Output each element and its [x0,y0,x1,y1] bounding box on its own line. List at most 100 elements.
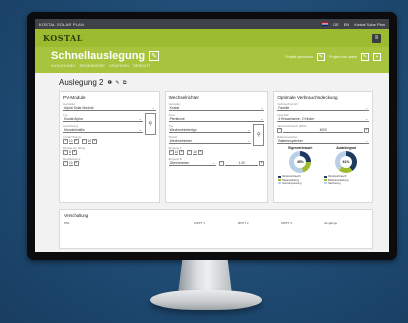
add-variant-button[interactable]: + [373,53,381,61]
page-title-text: Schnellauslegung [51,50,146,62]
legend-item: Netzeinspeisung [278,182,322,185]
user-menu[interactable]: Kostal Solar Plan [354,22,385,27]
minus-icon[interactable]: − [81,138,87,144]
field-value: Wechselrichtertyp [169,127,197,132]
power-stepper[interactable]: −10 + [63,160,79,166]
chevron-down-icon: ⌄ [260,116,264,121]
pv-panel-title: PV-Module [63,95,86,100]
plus-icon[interactable]: + [259,160,265,166]
hamburger-menu-icon[interactable]: ≡ [372,33,381,43]
stepper-value[interactable]: 10 [87,139,92,144]
stepper-value[interactable]: 10 [174,150,179,155]
input-a-field: Eingang A −10 + −10 + [168,146,265,155]
legend-swatch [324,182,328,185]
chevron-down-icon: ⌄ [138,127,142,132]
stepper-value[interactable]: 1.00 [225,161,259,166]
annual-consumption-stepper[interactable]: −4000 + [277,127,369,133]
field-value: Kostal Alpha [64,116,83,121]
stepper-value[interactable]: 10 [69,161,73,166]
column-header: MPPT 3 [281,221,292,225]
language-en[interactable]: EN [344,22,350,27]
save-project-label: Projekt speichern [285,55,314,59]
variant-title: Auslegung 2 [59,78,104,87]
pv-type-field[interactable]: Typ Kostal Alpha ⌄ [63,113,143,122]
save-project-button[interactable]: ✎ [317,53,326,61]
wiring-section: Verschaltung MW MPPT 1 MPPT 2 MPPT 3 Ein… [59,209,373,249]
title-actions: Projekt speichern ✎ Projekt neu laden ✎ … [285,53,381,61]
minus-icon[interactable]: − [63,149,68,155]
legend-swatch [278,179,282,182]
chevron-down-icon: ⌄ [212,160,215,165]
plus-icon[interactable]: + [92,138,98,144]
breadcrumb-step-3[interactable]: GRAFIKEN [109,64,129,68]
minus-icon[interactable]: − [219,160,224,166]
pv-strings-field: Anzahl Strings −10 + −10 + [63,135,156,144]
donut-center-label: 45% [294,156,307,168]
monitor-stand-base [150,290,262,310]
plus-icon[interactable]: + [73,160,79,166]
reload-project-button[interactable]: ✎ [361,53,369,61]
legend-swatch [324,175,328,178]
strings-stepper-2[interactable]: −10 + [81,138,98,144]
variant-action-icons[interactable]: ❶ ✎ ⧉ [107,80,127,86]
stepper-value[interactable]: 10 [193,150,197,155]
stepper-value[interactable]: 4000 [283,128,363,133]
breadcrumb-step-4[interactable]: BERICHT [133,64,150,68]
field-value: 2 Erwachsene, 2 Kinder [278,116,315,121]
minus-icon[interactable]: − [63,160,68,166]
stepper-value[interactable]: 10 [69,139,73,144]
minus-icon[interactable]: − [277,127,283,133]
variant-header: Auslegung 2 ❶ ✎ ⧉ [59,78,373,87]
kostal-logo: KOSTAL [43,33,83,43]
donut-chart: 45% [289,151,312,173]
minus-icon[interactable]: − [187,149,193,155]
app-screen: KOSTAL SOLAR PLAN DE EN Kostal Solar Pla… [35,19,389,252]
consumption-panel: Optimale Verbrauchsdeckung Verbrauchspro… [273,91,373,203]
minus-icon[interactable]: − [63,138,68,144]
search-icon: ⚲ [148,121,152,127]
breadcrumb-step-2[interactable]: ERGEBNISSE [80,64,105,68]
inverter-type-field[interactable]: Typ Wechselrichtertyp ⌄ [168,124,252,133]
strings-stepper-1[interactable]: −10 + [63,138,79,144]
legend-label: Netzbezug [328,181,341,185]
edit-title-icon[interactable]: ✎ [149,51,160,61]
modules-stepper[interactable]: −8 + [63,149,77,155]
search-inverter-button[interactable]: ⚲ [253,124,265,146]
input-b-stepper[interactable]: −1.00 + [219,160,265,166]
input-b-select[interactable]: Übernehmen ⌄ [168,160,216,166]
consumption-profile-field[interactable]: Verbrauchsprofil Familie ⌄ [277,102,369,111]
search-icon: ⚲ [256,132,261,138]
breadcrumb-step-1[interactable]: AUSLEGUNG [51,64,75,68]
stepper-value[interactable]: 8 [69,150,71,155]
donut-charts: Eigenverbrauch 45% Direktverbrauch Batter… [277,146,369,185]
inverter-model-field[interactable]: Modell Wechselrichter ⌄ [168,135,252,144]
plus-icon[interactable]: + [71,149,77,155]
household-field[interactable]: Haushalt 2 Erwachsene, 2 Kinder ⌄ [277,113,369,122]
inverter-series-field[interactable]: Serie Plenticore ⌄ [168,113,265,122]
inverter-manufacturer-field[interactable]: Hersteller Kostal ⌄ [168,102,265,111]
plus-icon[interactable]: + [197,149,203,155]
pv-orientation-field[interactable]: Ausrichtung Monokristallin ⌄ [63,124,143,133]
monitor-stand-neck [178,260,232,294]
field-value: Monokristallin [64,127,85,132]
legend-swatch [278,175,282,178]
plus-icon[interactable]: + [73,138,79,144]
pv-module-search-group: Typ Kostal Alpha ⌄ Ausrichtung Monokrista… [63,113,156,135]
chart-title: Autarkiegrad [336,146,356,150]
chevron-down-icon: ⌄ [151,105,155,110]
search-module-button[interactable]: ⚲ [144,113,156,135]
chart-legend: Direktverbrauch Batterieentladung Netzbezu… [324,175,368,185]
battery-field[interactable]: Batteriespeicher Batteriespeicher ⌄ [277,135,369,144]
pv-manufacturer-field[interactable]: Hersteller Alpha Solar Module ⌄ [63,102,156,111]
column-header: MPPT 2 [237,221,249,225]
input-a-stepper-2[interactable]: −10 + [187,149,203,155]
plus-icon[interactable]: + [364,127,369,133]
language-flag-icon[interactable] [322,22,329,26]
plus-icon[interactable]: + [179,149,185,155]
minus-icon[interactable]: − [168,149,174,155]
input-a-stepper-1[interactable]: −10 + [168,149,185,155]
main-content: Auslegung 2 ❶ ✎ ⧉ PV-Module Hersteller A… [35,73,389,249]
field-value: Übernehmen [169,160,190,165]
chart-legend: Direktverbrauch Batterieladung Netzeinspei… [278,175,322,185]
language-de[interactable]: DE [333,22,339,27]
